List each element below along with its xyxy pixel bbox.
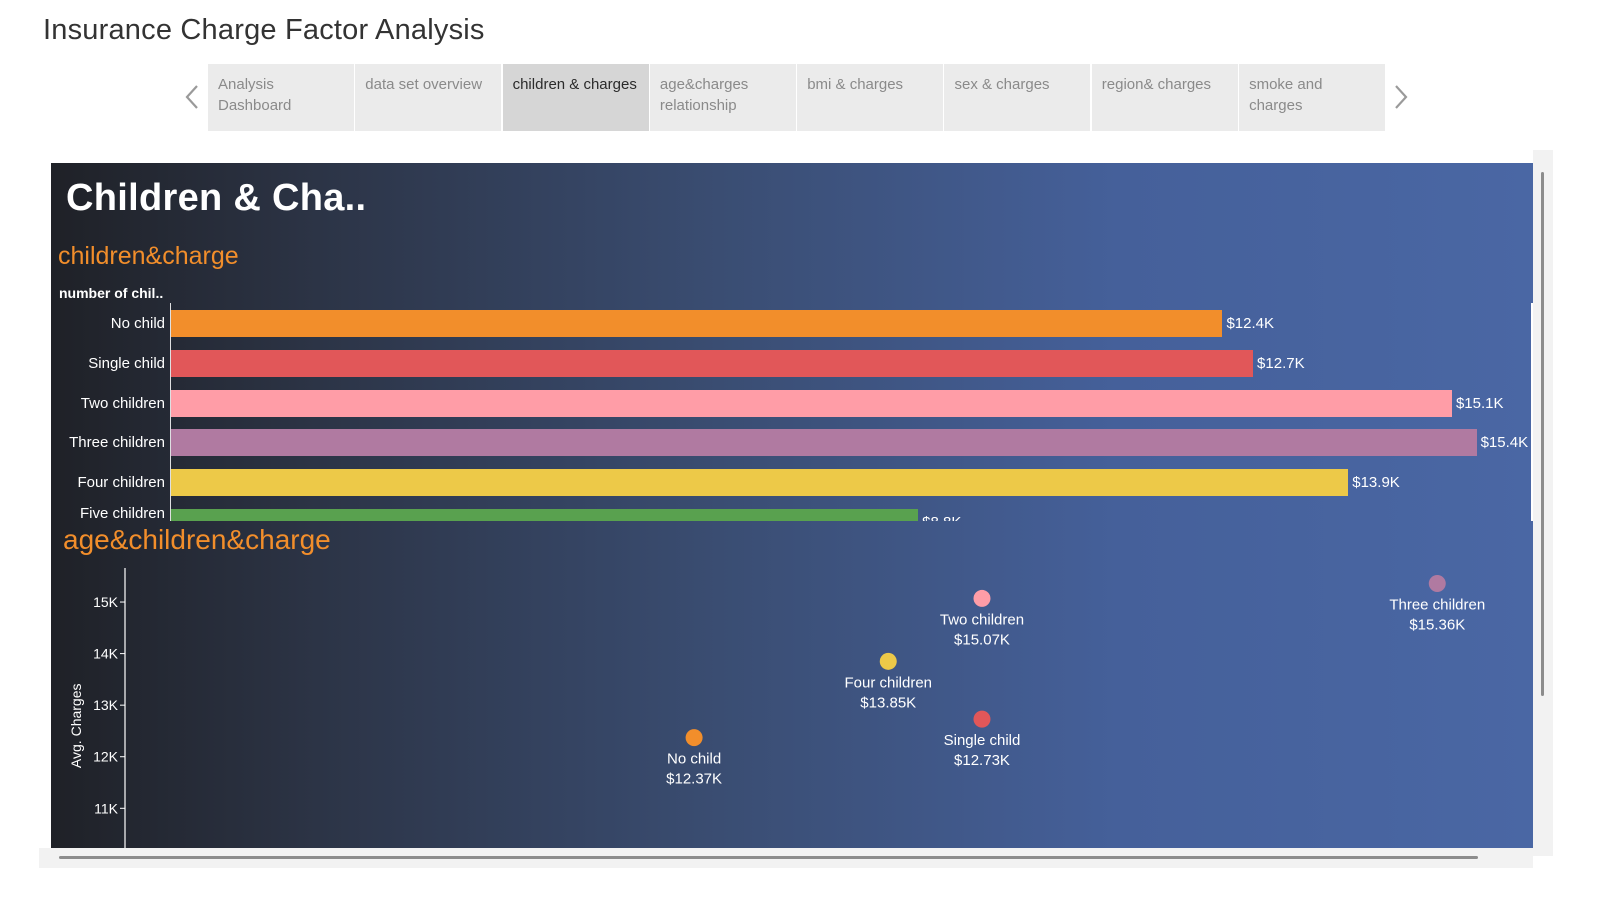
y-tick-label: 13K: [93, 697, 119, 713]
tab-prev-button[interactable]: [180, 80, 204, 114]
vertical-scroll-thumb[interactable]: [1541, 172, 1544, 696]
tab-label: smoke and: [1249, 76, 1323, 93]
point-value-label: $12.37K: [666, 771, 722, 788]
scatter-point[interactable]: [879, 652, 897, 670]
tab-strip: Analysis Dashboard data set overview chi…: [208, 64, 1386, 131]
tab-label: Analysis: [218, 76, 274, 93]
dashboard-panel: Children & Cha.. children&charge number …: [51, 163, 1533, 848]
app-title: Insurance Charge Factor Analysis: [43, 14, 485, 46]
tab-label: sex & charges: [954, 76, 1050, 93]
tab-label: charges: [1249, 97, 1303, 114]
y-tick-label: 14K: [93, 646, 119, 662]
y-tick-label: 12K: [93, 749, 119, 765]
scatter-point[interactable]: [973, 710, 991, 728]
tab-label: data set overview: [365, 76, 483, 93]
scatter-chart[interactable]: 11K 12K 13K 14K 15K Avg. Charges No child $12.3…: [51, 163, 1533, 848]
tab-label: bmi & charges: [807, 76, 904, 93]
point-value-label: $12.73K: [954, 752, 1010, 769]
point-value-label: $15.07K: [954, 631, 1010, 648]
point-value-label: $15.36K: [1409, 616, 1465, 633]
point-name-label: Two children: [940, 611, 1024, 628]
tab-age-charges[interactable]: age&charges relationship: [649, 64, 796, 131]
point-name-label: Four children: [844, 674, 932, 691]
tab-next-button[interactable]: [1389, 80, 1413, 114]
tab-label: region& charges: [1101, 76, 1212, 93]
tab-label: Dashboard: [218, 97, 292, 114]
tab-region-charges[interactable]: region& charges: [1091, 64, 1238, 131]
chevron-left-icon: [185, 85, 198, 109]
point-name-label: No child: [667, 751, 721, 768]
y-tick-label: 15K: [93, 594, 119, 610]
scatter-point[interactable]: [1428, 574, 1446, 592]
tab-analysis-dashboard[interactable]: Analysis Dashboard: [208, 64, 354, 131]
tab-label: children & charges: [512, 76, 637, 93]
tab-children-charges[interactable]: children & charges: [502, 64, 649, 131]
tab-label: relationship: [659, 97, 737, 114]
tab-label: age&charges: [659, 76, 749, 93]
y-axis-title: Avg. Charges: [68, 684, 84, 769]
scatter-point[interactable]: [685, 729, 703, 747]
y-tick-label: 11K: [94, 800, 119, 816]
tab-bmi-charges[interactable]: bmi & charges: [797, 64, 944, 131]
tab-smoke-charges[interactable]: smoke and charges: [1239, 64, 1386, 131]
scatter-point[interactable]: [973, 589, 991, 607]
tab-sex-charges[interactable]: sex & charges: [944, 64, 1091, 131]
horizontal-scroll-thumb[interactable]: [59, 856, 1478, 859]
point-name-label: Single child: [944, 732, 1021, 749]
tab-data-set-overview[interactable]: data set overview: [355, 64, 502, 131]
point-name-label: Three children: [1389, 596, 1485, 613]
chevron-right-icon: [1395, 85, 1408, 109]
point-value-label: $13.85K: [860, 694, 916, 711]
